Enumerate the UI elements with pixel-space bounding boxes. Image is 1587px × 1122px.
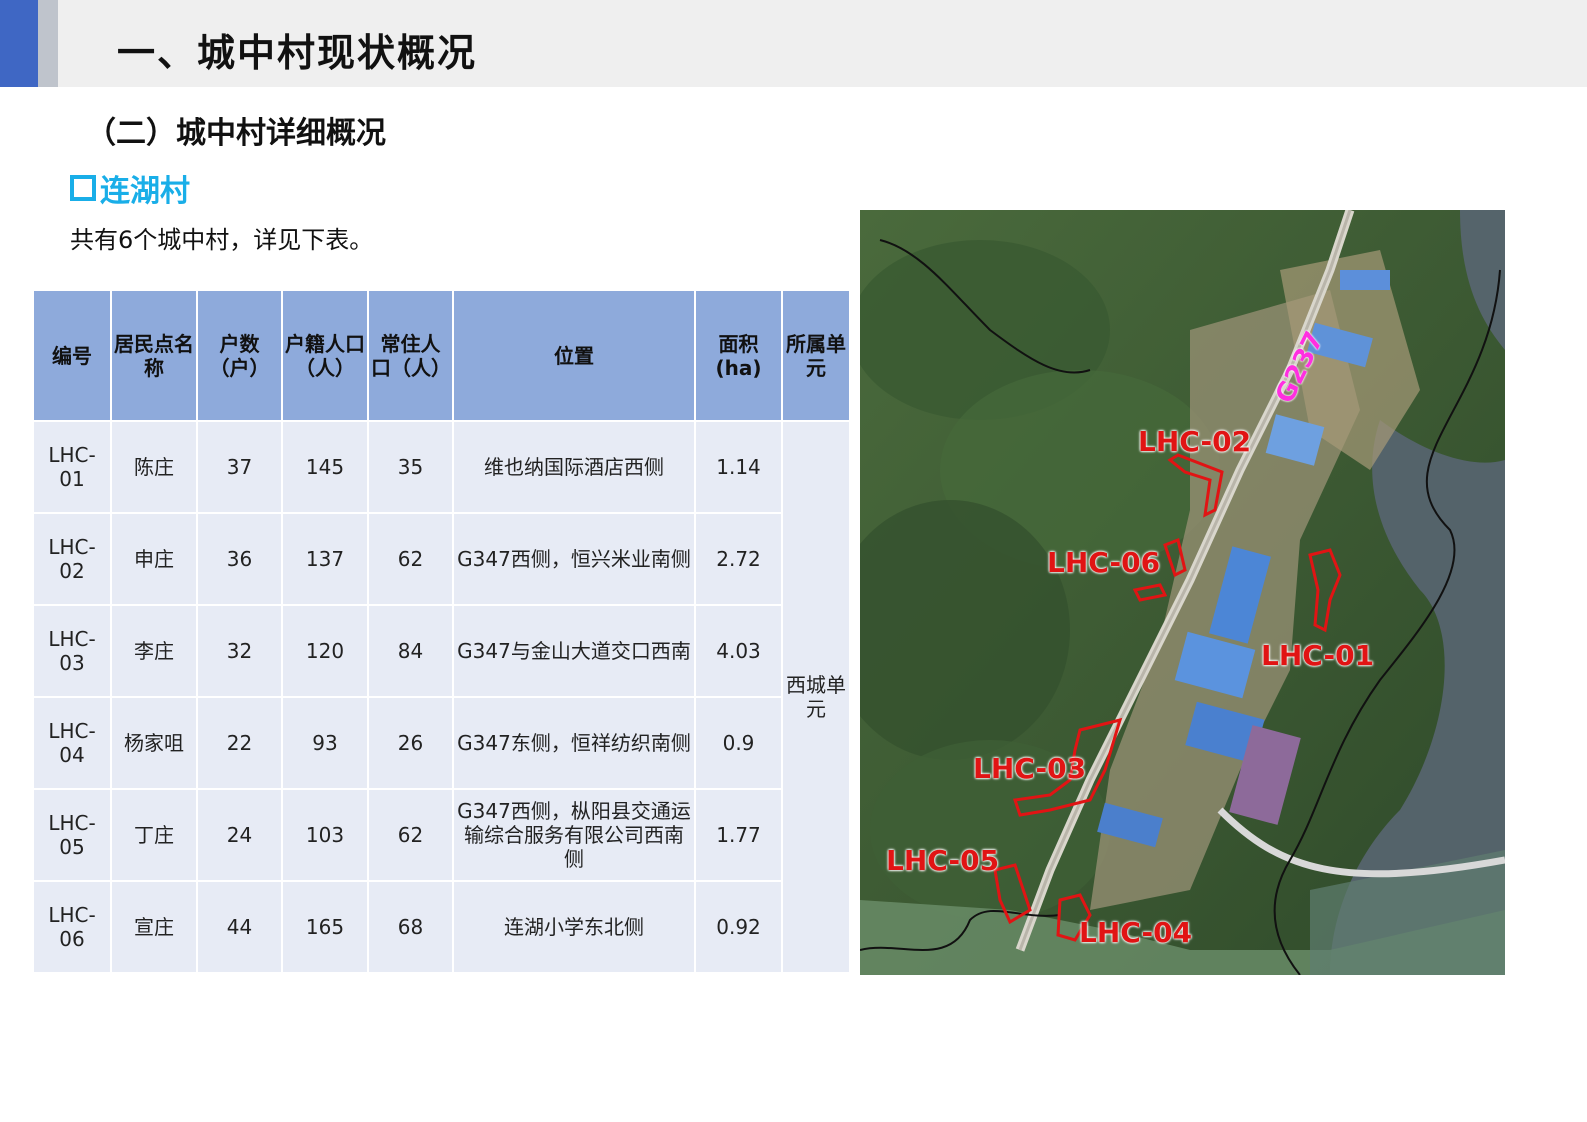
subsection-title: 连湖村: [70, 166, 190, 210]
cell-area: 4.03: [696, 606, 781, 696]
cell-resident: 35: [369, 422, 452, 512]
table-row: LHC-02 申庄 36 137 62 G347西侧，恒兴米业南侧 2.72: [34, 514, 849, 604]
header-location: 位置: [454, 291, 694, 420]
header-households: 户数（户）: [198, 291, 281, 420]
cell-location: G347东侧，恒祥纺织南侧: [454, 698, 694, 788]
cell-resident: 62: [369, 790, 452, 880]
map-label-lhc-06: LHC-06: [1047, 546, 1161, 579]
cell-registered: 93: [283, 698, 367, 788]
cell-households: 32: [198, 606, 281, 696]
cell-name: 丁庄: [112, 790, 196, 880]
header-id: 编号: [34, 291, 110, 420]
cell-households: 37: [198, 422, 281, 512]
cell-area: 2.72: [696, 514, 781, 604]
table-row: LHC-06 宣庄 44 165 68 连湖小学东北侧 0.92: [34, 882, 849, 972]
cell-id: LHC-01: [34, 422, 110, 512]
cell-unit: 西城单元: [783, 422, 849, 972]
header-registered: 户籍人口（人）: [283, 291, 367, 420]
cell-registered: 165: [283, 882, 367, 972]
satellite-map: G237 LHC-01 LHC-02 LHC-03 LHC-04 LHC-05 …: [860, 210, 1505, 975]
cell-location: G347与金山大道交口西南: [454, 606, 694, 696]
cell-resident: 84: [369, 606, 452, 696]
cell-id: LHC-06: [34, 882, 110, 972]
table-header-row: 编号 居民点名称 户数（户） 户籍人口（人） 常住人口（人） 位置 面积(ha)…: [34, 291, 849, 420]
table-row: LHC-03 李庄 32 120 84 G347与金山大道交口西南 4.03: [34, 606, 849, 696]
cell-resident: 26: [369, 698, 452, 788]
cell-location: G347西侧，枞阳县交通运输综合服务有限公司西南侧: [454, 790, 694, 880]
header-resident: 常住人口（人）: [369, 291, 452, 420]
cell-registered: 103: [283, 790, 367, 880]
cell-area: 1.14: [696, 422, 781, 512]
square-bullet-icon: [70, 175, 96, 201]
cell-area: 0.92: [696, 882, 781, 972]
cell-name: 李庄: [112, 606, 196, 696]
header-area: 面积(ha): [696, 291, 781, 420]
cell-households: 36: [198, 514, 281, 604]
map-label-lhc-01: LHC-01: [1261, 639, 1375, 672]
header-name: 居民点名称: [112, 291, 196, 420]
cell-location: 连湖小学东北侧: [454, 882, 694, 972]
cell-resident: 62: [369, 514, 452, 604]
table-row: LHC-04 杨家咀 22 93 26 G347东侧，恒祥纺织南侧 0.9: [34, 698, 849, 788]
page-title: 一、城中村现状概况: [117, 31, 478, 75]
cell-name: 陈庄: [112, 422, 196, 512]
cell-name: 宣庄: [112, 882, 196, 972]
cell-name: 杨家咀: [112, 698, 196, 788]
table-row: LHC-05 丁庄 24 103 62 G347西侧，枞阳县交通运输综合服务有限…: [34, 790, 849, 880]
cell-households: 44: [198, 882, 281, 972]
header-accent-bar-light: [38, 0, 58, 87]
cell-name: 申庄: [112, 514, 196, 604]
intro-text: 共有6个城中村，详见下表。: [70, 226, 374, 254]
cell-resident: 68: [369, 882, 452, 972]
map-label-lhc-05: LHC-05: [886, 844, 1000, 877]
subsection-title-text: 连湖村: [100, 174, 190, 209]
cell-id: LHC-02: [34, 514, 110, 604]
cell-location: 维也纳国际酒店西侧: [454, 422, 694, 512]
cell-households: 22: [198, 698, 281, 788]
cell-area: 0.9: [696, 698, 781, 788]
map-label-lhc-03: LHC-03: [973, 752, 1087, 785]
cell-id: LHC-05: [34, 790, 110, 880]
village-table: 编号 居民点名称 户数（户） 户籍人口（人） 常住人口（人） 位置 面积(ha)…: [32, 289, 851, 974]
cell-households: 24: [198, 790, 281, 880]
header-accent-bar: [0, 0, 38, 87]
map-label-lhc-02: LHC-02: [1138, 425, 1252, 458]
cell-registered: 137: [283, 514, 367, 604]
cell-location: G347西侧，恒兴米业南侧: [454, 514, 694, 604]
header-unit: 所属单元: [783, 291, 849, 420]
section-title: （二）城中村详细概况: [86, 116, 386, 151]
cell-registered: 145: [283, 422, 367, 512]
map-label-lhc-04: LHC-04: [1079, 916, 1193, 949]
cell-id: LHC-04: [34, 698, 110, 788]
cell-id: LHC-03: [34, 606, 110, 696]
table-row: LHC-01 陈庄 37 145 35 维也纳国际酒店西侧 1.14 西城单元: [34, 422, 849, 972]
cell-area: 1.77: [696, 790, 781, 880]
cell-registered: 120: [283, 606, 367, 696]
